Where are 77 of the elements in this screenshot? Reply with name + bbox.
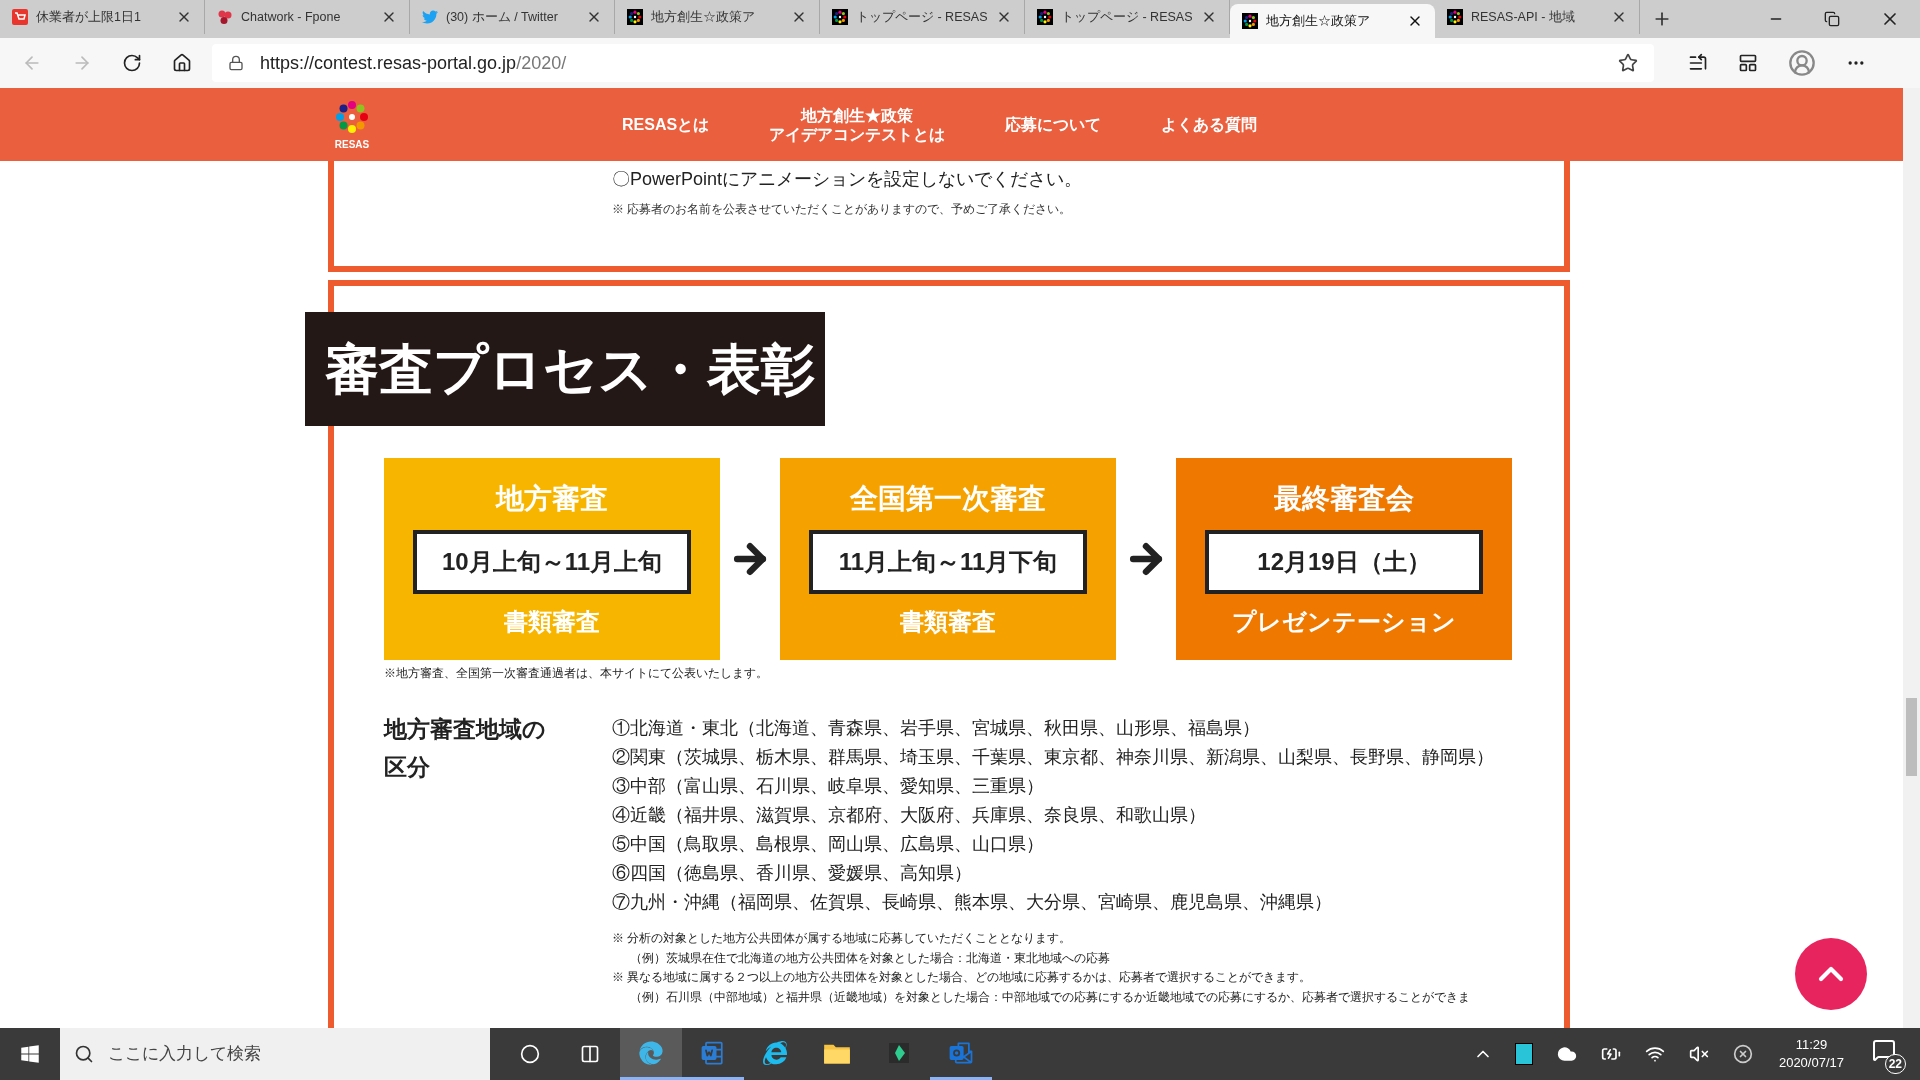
region-item: ⑤中国（鳥取県、島根県、岡山県、広島県、山口県）: [612, 833, 1045, 856]
restore-icon[interactable]: [1824, 11, 1840, 27]
dots-icon: [1037, 9, 1053, 25]
notification-badge: 22: [1884, 1054, 1906, 1074]
note-text: ※ 異なる地域に属する２つ以上の地方公共団体を対象とした場合、どの地域に応募するかは、応募者で選択することができます。: [612, 969, 1312, 986]
favorite-star-icon[interactable]: [1618, 53, 1638, 73]
browser-tab[interactable]: 地方創生☆政策ア: [1230, 4, 1435, 38]
region-label: 地方審査地域の区分: [384, 715, 547, 782]
cloud-icon[interactable]: [1556, 1044, 1577, 1064]
note-text: ※地方審査、全国第一次審査通過者は、本サイトにて公表いたします。: [384, 665, 768, 682]
browser-tab[interactable]: RESAS-API - 地域: [1435, 0, 1640, 34]
rule-text: 〇PowerPointにアニメーションを設定しないでください。: [612, 168, 1083, 191]
step-detail: 書類審査: [504, 607, 600, 637]
step-period: 12月19日（土）: [1205, 530, 1483, 594]
region-item: ④近畿（福井県、滋賀県、京都府、大阪府、兵庫県、奈良県、和歌山県）: [612, 804, 1207, 827]
cortana-icon[interactable]: [520, 1044, 540, 1064]
dots-icon: [627, 9, 643, 25]
search-field[interactable]: ここに入力して検索: [60, 1028, 490, 1080]
favorites-icon[interactable]: [1688, 53, 1708, 73]
step-name: 地方審査: [496, 482, 608, 516]
browser-tab[interactable]: 地方創生☆政策ア: [615, 0, 820, 34]
profile-icon[interactable]: [1788, 49, 1816, 77]
start-icon[interactable]: [20, 1044, 40, 1064]
home-icon[interactable]: [172, 53, 192, 73]
edge-icon: [639, 1040, 663, 1065]
close-circle-icon[interactable]: [1732, 1044, 1753, 1064]
region-item: ②関東（茨城県、栃木県、群馬県、埼玉県、千葉県、東京都、神奈川県、新潟県、山梨県、長野県、静岡県）: [612, 746, 1495, 769]
dots-icon: [1242, 13, 1258, 29]
tab-title: Chatwork - Fpone: [241, 8, 342, 26]
step-period: 11月上旬～11月下旬: [809, 530, 1087, 594]
step-detail: 書類審査: [900, 607, 996, 637]
refresh-icon[interactable]: [122, 53, 142, 73]
clock-date[interactable]: 2020/07/17: [1778, 1054, 1844, 1072]
cart-icon: [12, 9, 28, 25]
search-icon: [74, 1044, 94, 1064]
note-text: （例）石川県（中部地域）と福井県（近畿地域）を対象とした場合：中部地域での応募にするか近畿地域での応募にするか、応募者で選択することができま: [629, 988, 1470, 1006]
region-item: ⑦九州・沖縄（福岡県、佐賀県、長崎県、熊本県、大分県、宮崎県、鹿児島県、沖縄県）: [612, 891, 1333, 914]
dots-icon: [1447, 9, 1463, 25]
tab-title: (30) ホーム / Twitter: [446, 8, 559, 26]
tab-title: トップページ - RESAS: [1061, 8, 1193, 26]
scrollbar[interactable]: [1903, 88, 1920, 1028]
url-text: https://contest.resas-portal.go.jp/2020/: [260, 51, 568, 75]
bird-icon: [422, 9, 438, 25]
step-detail: プレゼンテーション: [1232, 607, 1456, 637]
collections-icon[interactable]: [1738, 53, 1758, 73]
dots-icon: [217, 9, 233, 25]
tab-title: トップページ - RESAS: [856, 8, 988, 26]
logo-text: RESAS: [334, 138, 370, 152]
browser-tab[interactable]: トップページ - RESAS: [820, 0, 1025, 34]
note-text: ※ 応募者のお名前を公表させていただくことがありますので、予めご了承ください。: [612, 201, 1072, 218]
tab-title: RESAS-API - 地域: [1471, 8, 1576, 26]
note-text: （例）茨城県在住で北海道の地方公共団体を対象とした場合：北海道・東北地域への応募: [629, 949, 1110, 967]
ie-icon: [763, 1040, 787, 1065]
browser-tab[interactable]: (30) ホーム / Twitter: [410, 0, 615, 34]
browser-tab[interactable]: Chatwork - Fpone: [205, 0, 410, 34]
region-item: ①北海道・東北（北海道、青森県、岩手県、宮城県、秋田県、山形県、福島県）: [612, 717, 1261, 740]
clock-time[interactable]: 11:29: [1795, 1036, 1828, 1054]
notebook-icon[interactable]: [1514, 1043, 1533, 1065]
section-title: 審査プロセス・表彰: [305, 312, 825, 426]
step-name: 全国第一次審査: [850, 482, 1046, 516]
step-name: 最終審査会: [1274, 482, 1414, 516]
tab-title: 地方創生☆政策ア: [1266, 12, 1371, 30]
muted-speaker-icon[interactable]: [1688, 1044, 1709, 1064]
note-text: ※ 分析の対象とした地方公共団体が属する地域に応募していただくこととなります。: [612, 930, 1072, 947]
wifi-icon[interactable]: [1644, 1044, 1665, 1064]
step-period: 10月上旬～11月上旬: [413, 530, 691, 594]
browser-tab[interactable]: トップページ - RESAS: [1025, 0, 1230, 34]
task-view-icon[interactable]: [580, 1044, 600, 1064]
dots-icon: [832, 9, 848, 25]
browser-tab[interactable]: 休業者が上限1日1: [0, 0, 205, 34]
address-field[interactable]: https://contest.resas-portal.go.jp/2020/: [212, 44, 1654, 82]
lock-icon: [228, 55, 244, 71]
region-item: ⑥四国（徳島県、香川県、愛媛県、高知県）: [612, 862, 973, 885]
search-placeholder: ここに入力して検索: [108, 1043, 261, 1066]
tab-title: 地方創生☆政策ア: [651, 8, 756, 26]
tab-title: 休業者が上限1日1: [36, 8, 142, 26]
region-item: ③中部（富山県、石川県、岐阜県、愛知県、三重県）: [612, 775, 1045, 798]
